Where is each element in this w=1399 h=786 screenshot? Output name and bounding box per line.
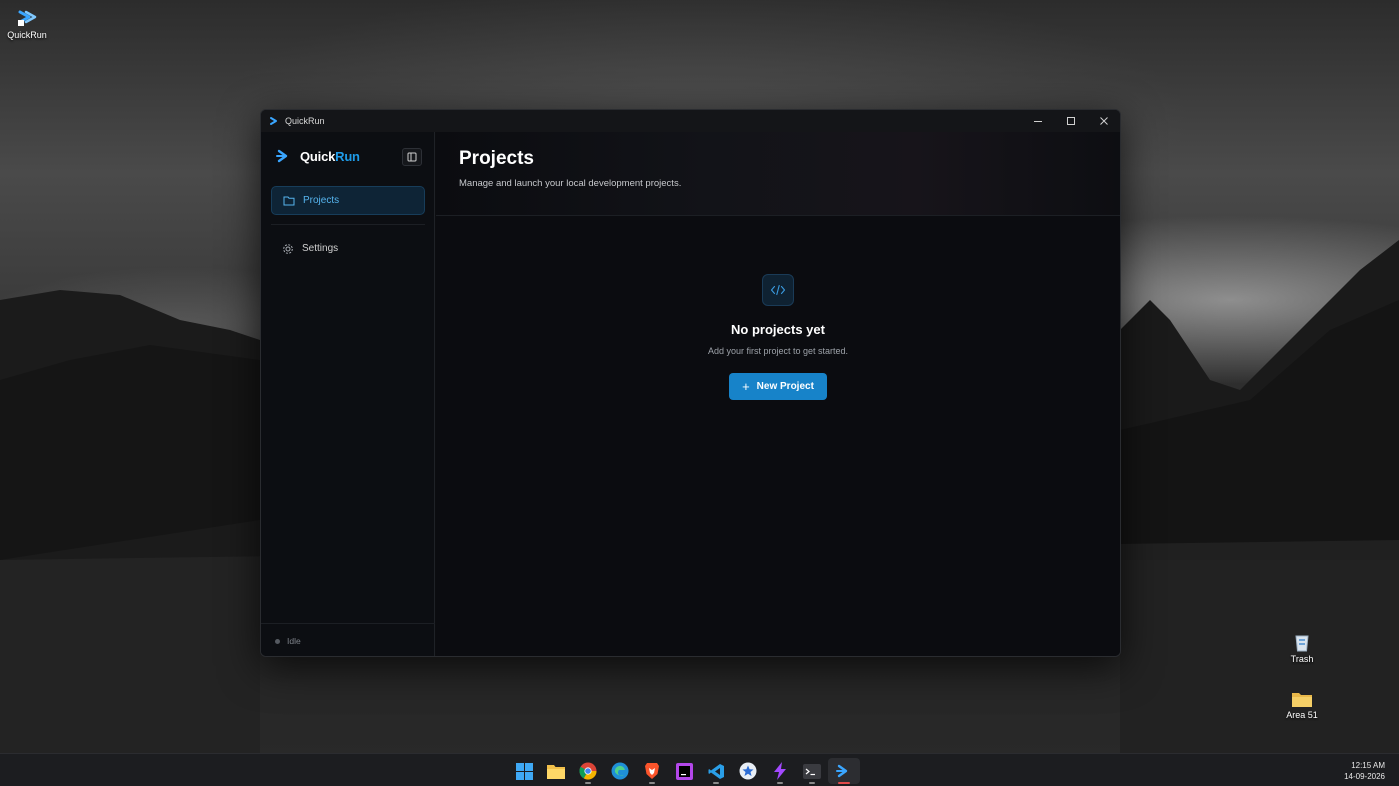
bolt-icon [774,762,786,780]
main-content: Projects Manage and launch your local de… [436,132,1120,656]
status-text: Idle [287,636,301,646]
running-indicator [777,782,783,784]
close-button[interactable] [1087,110,1120,132]
quickrun-arrow-icon [18,10,37,26]
edge-icon [611,762,629,780]
quickrun-arrow-icon [270,117,277,125]
taskbar-brave[interactable] [636,758,668,784]
taskbar-bolt[interactable] [764,758,796,784]
new-project-label: New Project [756,381,814,392]
sidebar-footer-divider [261,623,435,624]
desktop-icon-quickrun[interactable]: QuickRun [0,6,57,40]
empty-state-icon-box [762,274,794,306]
desktop-icon-trash[interactable]: Trash [1272,632,1332,664]
taskbar: 12:15 AM 14-09-2026 [0,753,1399,786]
desktop-icon-label: QuickRun [7,30,47,40]
running-indicator [649,782,655,784]
sidebar-toggle-icon [407,152,417,162]
taskbar-start-button[interactable] [508,758,540,784]
running-indicator [838,782,850,784]
code-icon [770,284,786,296]
desktop-icon-label: Trash [1290,654,1314,664]
clock-date: 14-09-2026 [1344,772,1385,781]
window-title: QuickRun [285,116,325,126]
page-title: Projects [459,148,534,169]
running-indicator [585,782,591,784]
minimize-icon [1033,121,1042,122]
terminal-icon [803,763,821,779]
sidebar-item-label: Settings [302,243,339,254]
plus-icon: + [742,379,750,394]
desktop-icon-area51[interactable]: Area 51 [1272,690,1332,720]
empty-state-subtitle: Add your first project to get started. [707,346,849,356]
new-project-button[interactable]: + New Project [729,373,827,400]
windows-start-icon [515,762,533,780]
file-explorer-icon [547,764,565,779]
taskbar-chrome[interactable] [572,758,604,784]
sidebar-item-label: Projects [303,195,340,206]
maximize-button[interactable] [1054,110,1087,132]
folder-icon [283,196,295,206]
chrome-icon [579,762,597,780]
empty-state: No projects yet Add your first project t… [436,274,1120,400]
desktop-icon-label: Area 51 [1286,710,1318,720]
folder-icon [1292,693,1312,707]
sidebar: QuickRun Projects Settings Idle [261,132,435,656]
title-bar[interactable]: QuickRun [261,110,1120,132]
close-icon [1099,117,1108,125]
brave-icon [645,763,659,779]
system-clock[interactable]: 12:15 AM 14-09-2026 [1344,760,1385,782]
clock-time: 12:15 AM [1351,761,1385,770]
sidebar-divider [271,224,425,225]
taskbar-app-store[interactable] [732,758,764,784]
page-header: Projects Manage and launch your local de… [436,132,1120,216]
running-indicator [713,782,719,784]
taskbar-edge[interactable] [604,758,636,784]
brand-part1: Quick [300,148,336,164]
status-indicator: Idle [275,636,301,646]
taskbar-jetbrains[interactable] [668,758,700,784]
recycle-bin-icon [1295,635,1309,652]
taskbar-file-explorer[interactable] [540,758,572,784]
app-store-icon [739,762,757,780]
vscode-icon [708,763,724,779]
maximize-icon [1066,117,1075,125]
quickrun-window: QuickRun QuickRun Projects Settings Idle… [260,109,1121,657]
page-subtitle: Manage and launch your local development… [459,178,682,189]
taskbar-vscode[interactable] [700,758,732,784]
collapse-sidebar-button[interactable] [402,148,422,166]
jetbrains-icon [675,762,693,780]
taskbar-terminal[interactable] [796,758,828,784]
taskbar-quickrun[interactable] [828,758,860,784]
quickrun-arrow-icon [836,764,848,778]
running-indicator [809,782,815,784]
brand-part2: Run [335,148,360,164]
empty-state-title: No projects yet [731,322,825,337]
status-dot [275,638,280,644]
brand-name: QuickRun [300,149,360,164]
minimize-button[interactable] [1021,110,1054,132]
brand-logo: QuickRun [276,148,360,164]
sidebar-item-settings[interactable]: Settings [271,234,425,263]
sidebar-item-projects[interactable]: Projects [271,186,425,215]
gear-icon [283,243,293,254]
quickrun-arrow-icon [276,149,288,163]
